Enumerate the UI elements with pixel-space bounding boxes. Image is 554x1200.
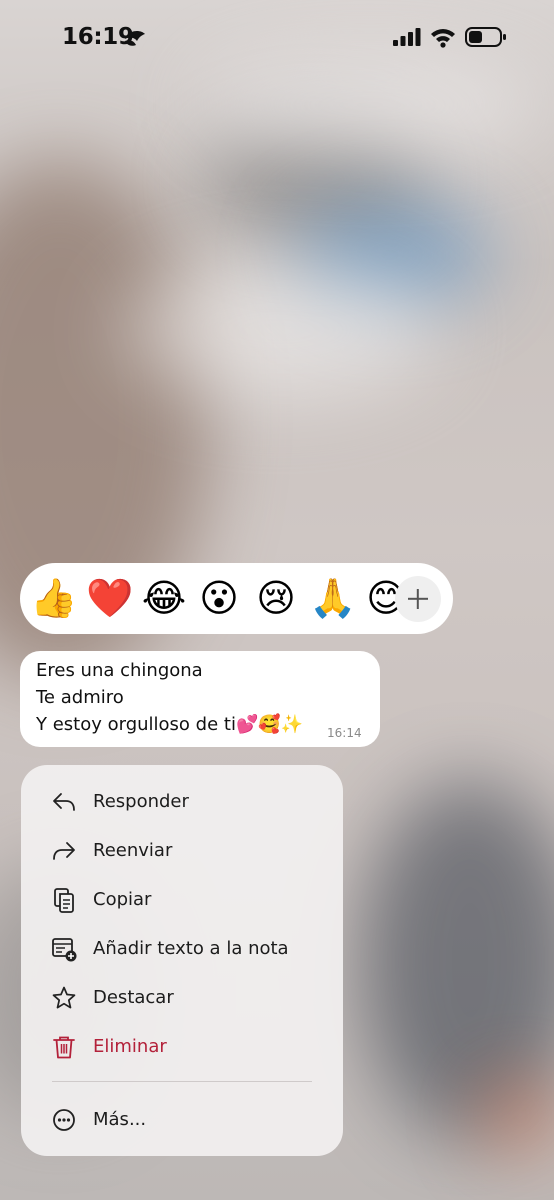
menu-item-reply[interactable]: Responder bbox=[21, 781, 343, 821]
menu-item-forward[interactable]: Reenviar bbox=[21, 830, 343, 870]
menu-item-delete[interactable]: Eliminar bbox=[21, 1026, 343, 1066]
menu-item-label: Añadir texto a la nota bbox=[93, 938, 289, 959]
menu-item-more[interactable]: Más... bbox=[21, 1099, 343, 1139]
menu-item-copy[interactable]: Copiar bbox=[21, 879, 343, 919]
message-line: Te admiro bbox=[36, 687, 124, 708]
more-options-icon bbox=[53, 1109, 75, 1131]
forward-icon bbox=[53, 842, 75, 860]
battery-icon bbox=[465, 27, 506, 47]
cellular-signal-icon bbox=[393, 28, 421, 46]
reaction-bar: 👍 ❤️ 😂 😮 😢 🙏 😊 bbox=[20, 563, 453, 634]
menu-item-label: Más... bbox=[93, 1109, 147, 1130]
menu-item-label: Copiar bbox=[93, 889, 152, 910]
menu-item-add-to-note[interactable]: Añadir texto a la nota bbox=[21, 928, 343, 968]
reaction-thumbs-up[interactable]: 👍 bbox=[30, 575, 77, 621]
status-bar: 16:19 bbox=[0, 0, 554, 76]
message-line: Y estoy orgulloso de ti💕🥰✨ bbox=[36, 714, 304, 735]
menu-item-star[interactable]: Destacar bbox=[21, 977, 343, 1017]
more-reactions-button[interactable] bbox=[395, 576, 441, 622]
reaction-pray[interactable]: 🙏 bbox=[309, 575, 356, 621]
star-icon bbox=[52, 986, 76, 1009]
copy-icon bbox=[54, 888, 74, 913]
reaction-surprised[interactable]: 😮 bbox=[196, 575, 242, 621]
reaction-heart[interactable]: ❤️ bbox=[86, 575, 133, 621]
wifi-icon bbox=[431, 29, 455, 48]
message-timestamp: 16:14 bbox=[327, 726, 362, 740]
trash-icon bbox=[53, 1036, 75, 1059]
menu-item-label: Responder bbox=[93, 791, 189, 812]
reaction-cry[interactable]: 😢 bbox=[253, 575, 299, 621]
menu-item-label: Destacar bbox=[93, 987, 174, 1008]
reply-icon bbox=[53, 793, 75, 811]
menu-item-label: Reenviar bbox=[93, 840, 173, 861]
message-line: Eres una chingona bbox=[36, 660, 203, 681]
add-to-note-icon bbox=[52, 938, 77, 962]
focus-mode-icon bbox=[125, 31, 145, 46]
reaction-laugh[interactable]: 😂 bbox=[141, 575, 187, 621]
menu-divider bbox=[52, 1081, 312, 1082]
menu-item-label: Eliminar bbox=[93, 1036, 167, 1057]
message-bubble: Eres una chingona Te admiro Y estoy orgu… bbox=[20, 651, 380, 747]
context-menu: Responder Reenviar Copiar Añadir texto a… bbox=[21, 765, 343, 1156]
